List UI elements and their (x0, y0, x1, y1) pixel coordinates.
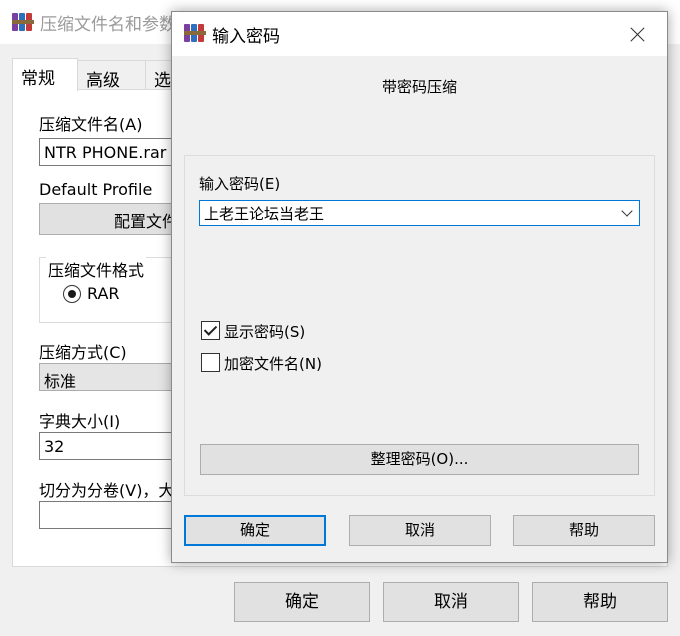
dialog-title: 输入密码 (212, 27, 280, 47)
encrypt-names-label[interactable]: 加密文件名(N) (224, 353, 322, 374)
compression-method-select[interactable]: 标准 (39, 363, 179, 391)
tab-advanced[interactable]: 高级 (78, 60, 146, 90)
password-value: 上老王论坛当老王 (204, 205, 325, 223)
compression-method-label: 压缩方式(C) (39, 343, 127, 362)
split-volumes-label: 切分为分卷(V)，大 (39, 481, 175, 500)
parent-window-title: 压缩文件名和参数 (40, 15, 176, 35)
parent-help-button[interactable]: 帮助 (532, 582, 668, 622)
winrar-books-icon (12, 12, 34, 32)
parent-ok-button[interactable]: 确定 (234, 582, 370, 622)
dictionary-size-field[interactable]: 32 (39, 432, 179, 460)
dictionary-size-label: 字典大小(I) (39, 412, 121, 431)
password-dialog: 输入密码 带密码压缩 输入密码(E) 上老王论坛当老王 显示密码(S) 加密文件… (171, 11, 668, 563)
profiles-button[interactable]: 配置文件 (39, 203, 179, 235)
rar-radio-label: RAR (87, 284, 120, 303)
show-password-checkbox[interactable] (201, 321, 220, 340)
checkmark-icon (203, 322, 218, 336)
archive-name-label: 压缩文件名(A) (39, 115, 143, 134)
default-profile-label: Default Profile (39, 180, 153, 199)
help-button[interactable]: 帮助 (513, 515, 655, 546)
dialog-titlebar: 输入密码 (172, 12, 667, 56)
cancel-button[interactable]: 取消 (349, 515, 491, 546)
organize-passwords-button[interactable]: 整理密码(O)... (200, 444, 639, 475)
parent-cancel-button[interactable]: 取消 (383, 582, 519, 622)
dialog-heading: 带密码压缩 (381, 78, 457, 96)
show-password-label[interactable]: 显示密码(S) (224, 321, 305, 342)
password-combobox[interactable]: 上老王论坛当老王 (199, 200, 640, 226)
encrypt-names-checkbox[interactable] (201, 353, 220, 372)
split-volumes-field[interactable] (39, 501, 179, 529)
password-label: 输入密码(E) (199, 175, 281, 193)
tab-general[interactable]: 常规 (12, 58, 78, 91)
ok-button[interactable]: 确定 (184, 515, 326, 546)
winrar-books-icon (184, 23, 206, 43)
radio-selected-icon[interactable] (63, 285, 81, 303)
archive-name-field[interactable]: NTR PHONE.rar (39, 138, 179, 166)
chevron-down-icon[interactable] (621, 205, 633, 217)
close-icon[interactable] (618, 19, 658, 49)
archive-format-label: 压缩文件格式 (46, 257, 147, 281)
